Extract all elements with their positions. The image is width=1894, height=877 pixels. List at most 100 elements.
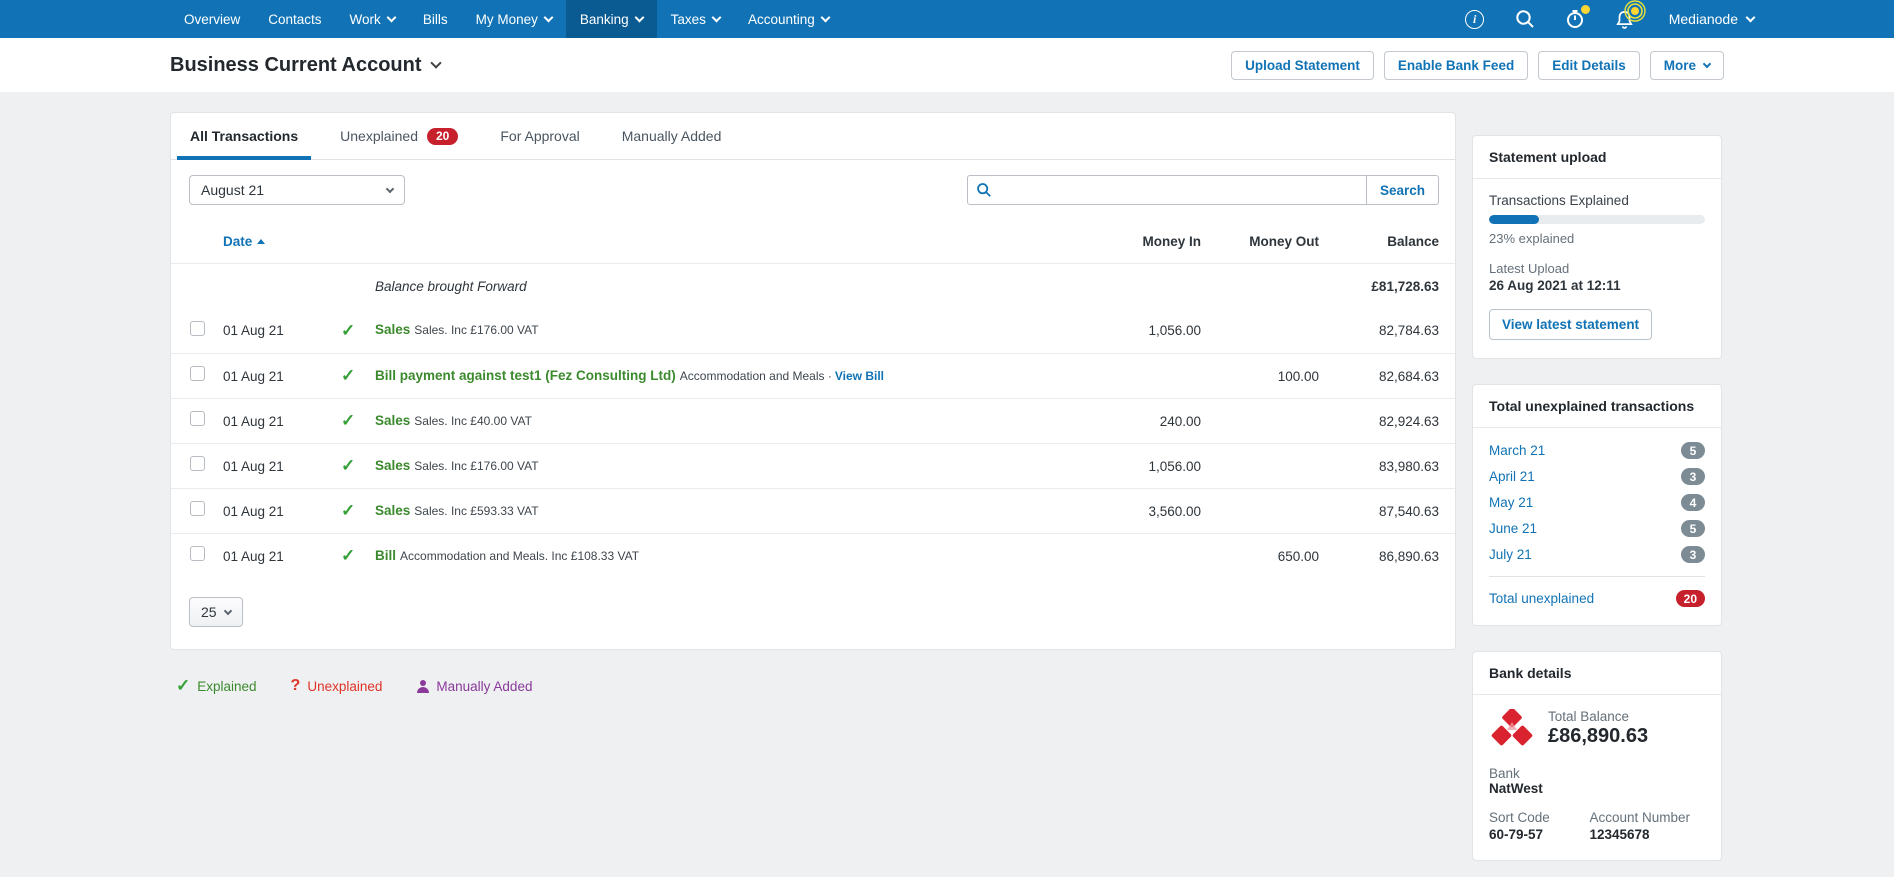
month-link[interactable]: March 21: [1489, 443, 1545, 458]
row-checkbox[interactable]: [190, 456, 205, 471]
balance-value: 82,684.63: [1378, 368, 1439, 384]
month-row: June 21 5: [1489, 520, 1705, 537]
month-link[interactable]: May 21: [1489, 495, 1533, 510]
nav-item-label: Overview: [184, 11, 241, 27]
tab[interactable]: All Transactions: [177, 113, 312, 160]
tab[interactable]: Unexplained 20: [327, 113, 471, 159]
transaction-detail: Sales. Inc £40.00 VAT: [414, 413, 532, 428]
nav-item[interactable]: Banking: [565, 0, 657, 38]
search-icon: [977, 183, 991, 197]
bank-label: Bank: [1489, 766, 1520, 781]
account-number-value: 12345678: [1589, 827, 1650, 842]
transaction-title-link[interactable]: Sales: [375, 413, 410, 428]
explained-progress-bar: [1489, 215, 1705, 224]
table-header-row: Date Money In Money Out Balance: [171, 219, 1455, 263]
account-title-dropdown[interactable]: Business Current Account: [170, 53, 442, 77]
sort-code-value: 60-79-57: [1489, 827, 1544, 842]
sort-code-label: Sort Code: [1489, 810, 1550, 825]
month-count-badge: 3: [1681, 468, 1705, 485]
chevron-down-icon: [543, 12, 554, 22]
sort-by-date[interactable]: Date: [223, 234, 341, 249]
month-row: May 21 4: [1489, 494, 1705, 511]
tab-label: Unexplained: [340, 128, 418, 144]
transaction-title-link[interactable]: Sales: [375, 503, 410, 518]
status-legend: ✓ Explained ? Unexplained Manually Added: [176, 676, 1456, 696]
row-checkbox[interactable]: [190, 501, 205, 516]
table-footer: 25: [171, 578, 1455, 649]
search-icon[interactable]: [1513, 7, 1537, 31]
page-title: Business Current Account: [170, 53, 422, 76]
explained-check-icon: ✓: [341, 366, 356, 385]
table-row: 01 Aug 21 ✓ Sales Sales. Inc £40.00 VAT 2…: [171, 398, 1455, 443]
transaction-title-link[interactable]: Sales: [375, 458, 410, 473]
nav-item[interactable]: Overview: [170, 0, 254, 38]
row-date: 01 Aug 21: [223, 368, 284, 384]
account-menu[interactable]: Medianode: [1668, 11, 1756, 27]
month-count-badge: 5: [1681, 520, 1705, 537]
person-icon: [416, 679, 429, 693]
row-checkbox[interactable]: [190, 546, 205, 561]
bell-icon[interactable]: [1613, 0, 1646, 31]
transaction-title-link[interactable]: Bill: [375, 548, 396, 563]
table-row: 01 Aug 21 ✓ Sales Sales. Inc £176.00 VAT …: [171, 443, 1455, 488]
row-checkbox[interactable]: [190, 320, 205, 336]
view-bill-link[interactable]: View Bill: [835, 369, 884, 383]
page-size-select[interactable]: 25: [189, 597, 243, 627]
nav-item[interactable]: My Money: [462, 0, 566, 38]
nav-item[interactable]: Bills: [409, 0, 462, 38]
nav-item[interactable]: Contacts: [254, 0, 335, 38]
explained-check-icon: ✓: [176, 676, 191, 695]
tab[interactable]: For Approval: [487, 113, 592, 159]
edit-details-button[interactable]: Edit Details: [1538, 50, 1640, 80]
brought-forward-amount: £81,728.63: [1371, 278, 1439, 294]
total-unexplained-row: Total unexplained 20: [1489, 576, 1705, 607]
more-button[interactable]: More: [1649, 50, 1724, 80]
row-checkbox[interactable]: [190, 366, 205, 381]
tab[interactable]: Manually Added: [609, 113, 735, 159]
month-row: April 21 3: [1489, 468, 1705, 485]
period-select[interactable]: August 21: [189, 175, 405, 205]
money-in-value: 240.00: [1159, 413, 1201, 429]
nav-item-label: Work: [349, 11, 381, 27]
transaction-detail: Accommodation and Meals ·: [679, 368, 832, 383]
timer-icon[interactable]: [1563, 5, 1590, 31]
transaction-title-link[interactable]: Bill payment against test1 (Fez Consulti…: [375, 368, 676, 383]
money-out-value: 100.00: [1277, 368, 1319, 384]
month-link[interactable]: June 21: [1489, 521, 1537, 536]
header-actions: Upload Statement Enable Bank Feed Edit D…: [1231, 50, 1724, 80]
view-latest-statement-button[interactable]: View latest statement: [1489, 309, 1653, 340]
transaction-title-link[interactable]: Sales: [375, 322, 410, 337]
total-balance-value: £86,890.63: [1548, 725, 1649, 747]
tab-label: For Approval: [500, 128, 580, 144]
account-name: Medianode: [1668, 11, 1738, 27]
row-date: 01 Aug 21: [223, 503, 284, 519]
unexplained-count-badge: 20: [427, 127, 459, 145]
help-info-icon[interactable]: i: [1463, 7, 1487, 31]
search-input[interactable]: [967, 175, 1367, 205]
month-link[interactable]: July 21: [1489, 547, 1532, 562]
upload-statement-button[interactable]: Upload Statement: [1231, 50, 1374, 80]
month-link[interactable]: April 21: [1489, 469, 1535, 484]
explained-check-icon: ✓: [341, 456, 356, 475]
natwest-logo: [1491, 709, 1533, 746]
search-button[interactable]: Search: [1366, 175, 1439, 205]
transaction-detail: Accommodation and Meals. Inc £108.33 VAT: [400, 548, 640, 563]
top-nav: Overview Contacts Work Bills My Money Ba…: [0, 0, 1894, 38]
latest-upload-value: 26 Aug 2021 at 12:11: [1489, 278, 1621, 293]
bell-alert-rings: [1624, 0, 1646, 22]
nav-menu: Overview Contacts Work Bills My Money Ba…: [170, 0, 843, 38]
explained-check-icon: ✓: [341, 501, 356, 520]
statement-upload-panel: Statement upload Transactions Explained …: [1472, 135, 1722, 359]
transactions-panel: All Transactions Unexplained 20 For Appr…: [170, 112, 1456, 650]
row-date: 01 Aug 21: [223, 413, 284, 429]
money-out-value: 650.00: [1277, 548, 1319, 564]
row-checkbox[interactable]: [190, 411, 205, 426]
nav-item[interactable]: Work: [336, 0, 409, 38]
total-unexplained-link[interactable]: Total unexplained: [1489, 591, 1594, 606]
nav-item[interactable]: Taxes: [657, 0, 734, 38]
sidebar: Statement upload Transactions Explained …: [1472, 135, 1722, 877]
enable-bank-feed-button[interactable]: Enable Bank Feed: [1383, 50, 1529, 80]
nav-item[interactable]: Accounting: [734, 0, 843, 38]
brought-forward-row: Balance brought Forward £81,728.63: [171, 263, 1455, 308]
transactions-table: Date Money In Money Out Balance Balance …: [171, 219, 1455, 649]
